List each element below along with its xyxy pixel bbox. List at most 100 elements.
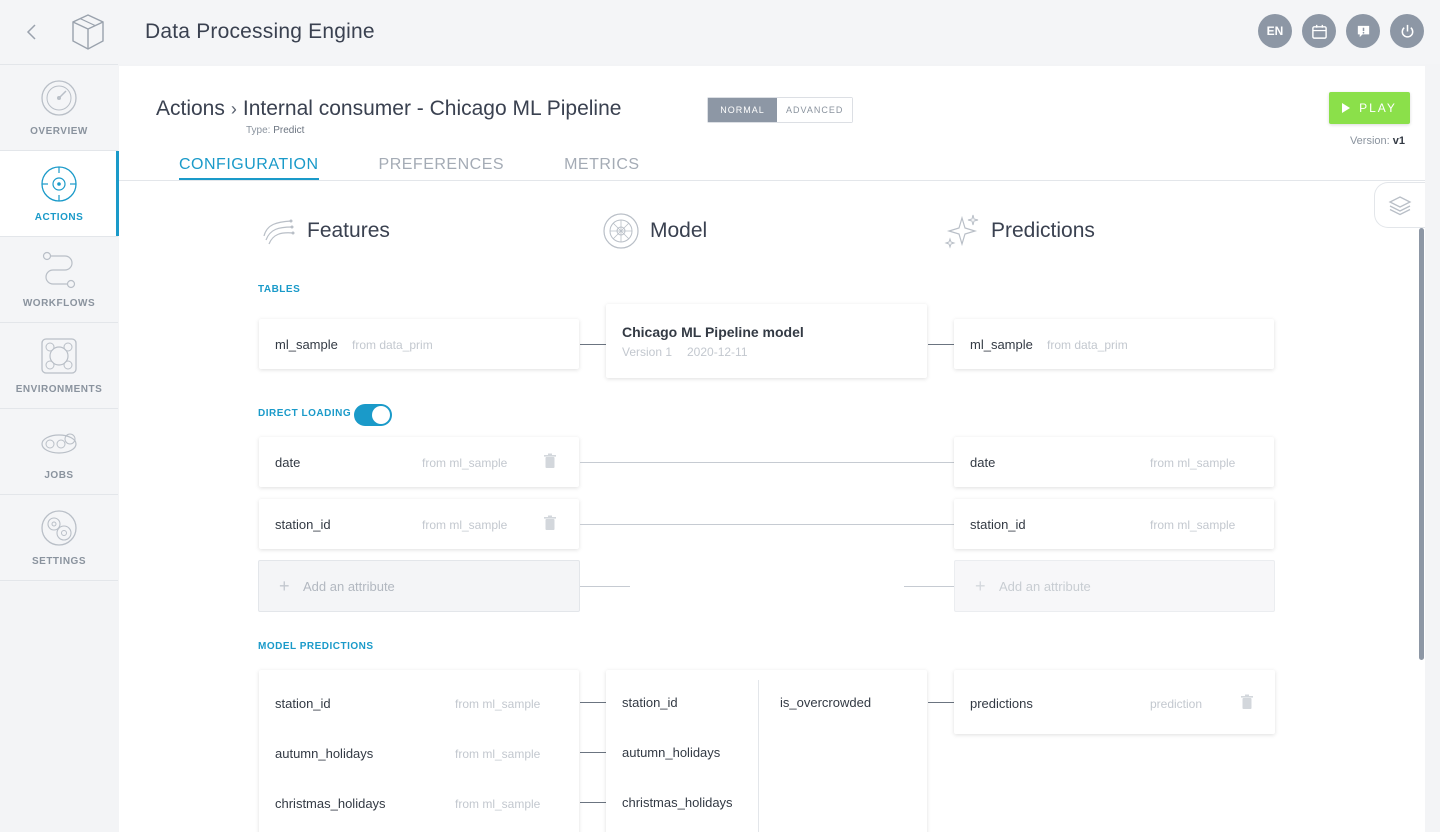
sidebar-item-environments[interactable]: ENVIRONMENTS (0, 323, 118, 409)
sidebar-item-label: JOBS (44, 470, 74, 481)
model-predictions-label: MODEL PREDICTIONS (258, 641, 374, 652)
model-version: Version 1 (622, 345, 673, 359)
environments-icon (39, 336, 79, 376)
model-input: station_id (622, 695, 678, 710)
attribute-row[interactable]: date from ml_sample (259, 437, 579, 487)
version-label: Version: (1349, 135, 1390, 147)
table-name: ml_sample (970, 337, 1033, 352)
model-features-card: station_id from ml_sample autumn_holiday… (259, 670, 579, 832)
direct-loading-toggle[interactable] (354, 404, 392, 426)
version-info: Version: v1 (1350, 135, 1405, 147)
model-input: christmas_holidays (622, 795, 733, 810)
feature-source: from ml_sample (455, 747, 541, 761)
model-io-divider (758, 680, 759, 832)
mode-advanced-button[interactable]: ADVANCED (777, 98, 853, 122)
model-card[interactable]: Chicago ML Pipeline model Version 1 2020… (606, 304, 927, 378)
layers-button[interactable] (1374, 182, 1425, 228)
tab-preferences[interactable]: PREFERENCES (379, 156, 505, 180)
feature-name: station_id (275, 696, 331, 711)
vertical-scrollbar[interactable] (1419, 228, 1424, 660)
predictions-table-card[interactable]: ml_sample from data_prim (954, 319, 1274, 369)
feature-source: from ml_sample (455, 797, 541, 811)
breadcrumb: Actions › Internal consumer - Chicago ML… (156, 97, 621, 121)
table-source: from data_prim (352, 338, 433, 352)
attribute-name: date (970, 455, 996, 470)
feature-source: from ml_sample (455, 697, 541, 711)
toggle-knob (372, 406, 390, 424)
connector-line (580, 586, 630, 587)
trash-icon[interactable] (1240, 694, 1254, 710)
calendar-icon (1311, 24, 1327, 39)
table-name: ml_sample (275, 337, 338, 352)
tab-bar: CONFIGURATION PREFERENCES METRICS (179, 156, 640, 180)
prediction-name: predictions (970, 696, 1033, 711)
feedback-button[interactable] (1346, 14, 1380, 48)
sidebar-item-actions[interactable]: ACTIONS (0, 151, 119, 237)
chevron-right-icon: › (230, 98, 237, 119)
sidebar-item-label: OVERVIEW (30, 126, 88, 137)
plus-icon: + (975, 576, 986, 596)
back-arrow-icon[interactable] (22, 20, 42, 44)
attribute-row[interactable]: station_id from ml_sample (954, 499, 1274, 549)
features-title: Features (307, 219, 390, 242)
connector-line (928, 702, 954, 703)
add-attribute-button[interactable]: + Add an attribute (258, 560, 580, 612)
sparkles-icon (943, 212, 981, 250)
add-attribute-label: Add an attribute (999, 579, 1091, 594)
type-label: Type: (246, 125, 271, 136)
mode-normal-button[interactable]: NORMAL (708, 98, 777, 122)
features-icon (259, 212, 297, 250)
trash-icon[interactable] (543, 453, 557, 469)
version-value: v1 (1392, 135, 1405, 147)
play-button[interactable]: PLAY (1329, 92, 1410, 124)
connector-line (580, 524, 954, 525)
power-button[interactable] (1390, 14, 1424, 48)
action-type: Type: Predict (246, 125, 304, 136)
attribute-row[interactable]: station_id from ml_sample (259, 499, 579, 549)
connector-line (580, 344, 606, 345)
feedback-icon (1357, 25, 1369, 37)
plus-icon: + (279, 576, 290, 596)
cube-logo-icon[interactable] (70, 12, 106, 52)
model-io-card: station_id autumn_holidays christmas_hol… (606, 670, 927, 832)
model-name: Chicago ML Pipeline model (622, 324, 804, 340)
connector-line (580, 702, 606, 703)
connector-line (904, 586, 954, 587)
tab-metrics[interactable]: METRICS (564, 156, 640, 180)
model-title: Model (650, 219, 708, 242)
top-bar: Data Processing Engine EN (0, 0, 1440, 64)
play-label: PLAY (1359, 101, 1397, 115)
prediction-row[interactable]: predictions prediction (954, 670, 1275, 734)
sidebar-item-label: WORKFLOWS (22, 298, 96, 309)
settings-gear-icon (39, 508, 79, 548)
attribute-source: from ml_sample (422, 518, 508, 532)
attribute-source: from ml_sample (422, 456, 508, 470)
breadcrumb-root[interactable]: Actions (156, 97, 225, 121)
calendar-button[interactable] (1302, 14, 1336, 48)
main-panel: Actions › Internal consumer - Chicago ML… (119, 66, 1425, 832)
feature-name: christmas_holidays (275, 796, 386, 811)
model-icon (602, 212, 640, 250)
tables-section-label: TABLES (258, 284, 301, 295)
sidebar-item-jobs[interactable]: JOBS (0, 409, 118, 495)
sidebar-item-workflows[interactable]: WORKFLOWS (0, 237, 118, 323)
jobs-gears-icon (39, 422, 79, 462)
add-attribute-label: Add an attribute (303, 579, 395, 594)
attribute-row[interactable]: date from ml_sample (954, 437, 1274, 487)
gauge-icon (39, 78, 79, 118)
add-attribute-button-disabled: + Add an attribute (954, 560, 1275, 612)
features-header: Features (259, 212, 390, 250)
language-button[interactable]: EN (1258, 14, 1292, 48)
trash-icon[interactable] (543, 515, 557, 531)
tab-configuration[interactable]: CONFIGURATION (179, 156, 319, 180)
model-output: is_overcrowded (780, 695, 872, 710)
features-table-card[interactable]: ml_sample from data_prim (259, 319, 579, 369)
sidebar-item-overview[interactable]: OVERVIEW (0, 65, 118, 151)
sidebar: OVERVIEW ACTIONS WORKFLOWS ENVIRONMENTS … (0, 64, 119, 582)
sidebar-item-settings[interactable]: SETTINGS (0, 495, 118, 581)
play-icon (1342, 103, 1351, 113)
prediction-source: prediction (1150, 697, 1203, 711)
target-icon (39, 164, 79, 204)
attribute-name: date (275, 455, 301, 470)
predictions-header: Predictions (943, 212, 1095, 250)
